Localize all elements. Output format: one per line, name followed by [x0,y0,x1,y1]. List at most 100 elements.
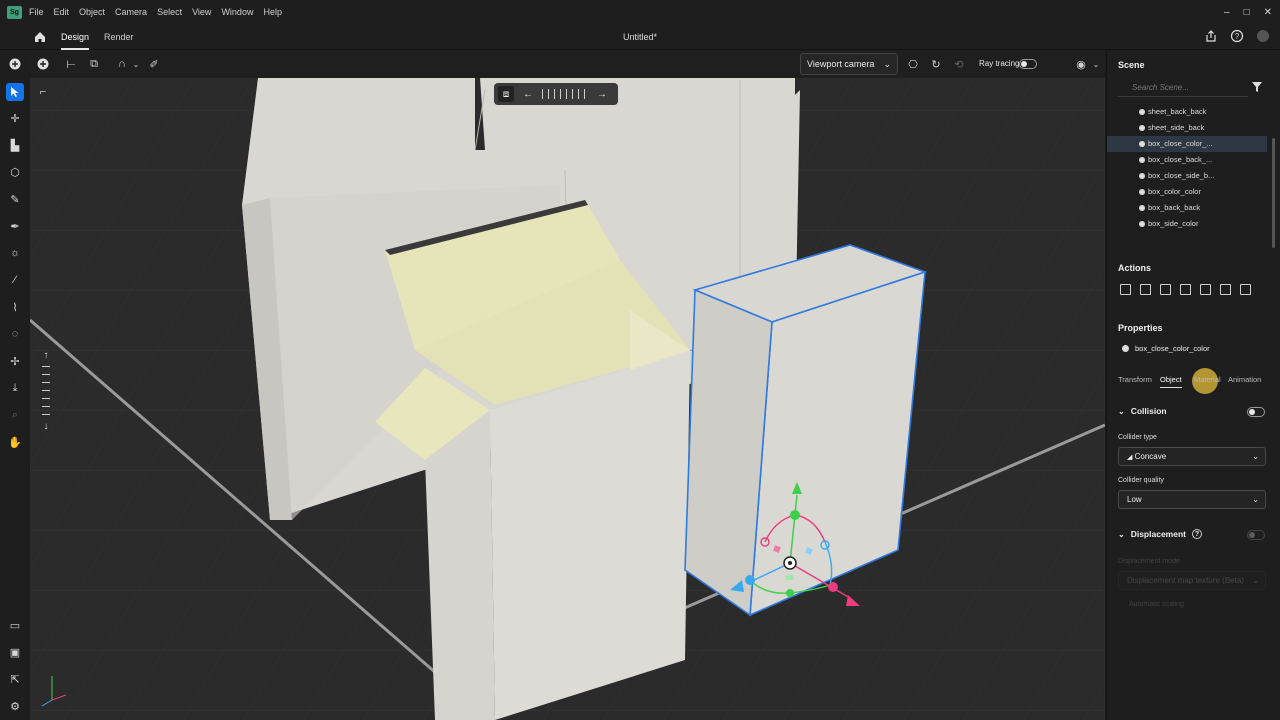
hand-icon[interactable]: ✋ [6,433,24,451]
arrow-left-icon[interactable]: ← [520,86,536,102]
menu-help[interactable]: Help [258,0,287,25]
ray-tracing-toggle[interactable] [1019,59,1037,69]
export-tool-icon[interactable]: ⇱ [6,670,24,688]
filter-icon[interactable] [1251,81,1263,93]
scene-item-box-side-color[interactable]: box_side_color [1107,216,1267,232]
scene-scrollbar[interactable] [1272,138,1275,248]
collision-toggle[interactable] [1247,407,1265,417]
pen-tool-icon[interactable]: ✒ [6,217,24,235]
actions-row [1120,284,1251,295]
scene-item-box-close-back[interactable]: box_close_back_... [1107,152,1267,168]
light-tool-icon[interactable]: ☼ [6,244,24,262]
camera-rotate-icon[interactable]: ↻ [928,56,944,72]
align-icon[interactable]: ⧉ [86,56,102,72]
scene-item-sheet-side-back[interactable]: sheet_side_back [1107,120,1267,136]
tab-render[interactable]: Render [104,25,134,50]
menu-select[interactable]: Select [152,0,187,25]
eye-icon[interactable]: ◉ [1073,56,1089,72]
scene-list: sheet_back_back sheet_side_back box_clos… [1107,104,1267,232]
add-object-icon[interactable] [35,56,51,72]
share-icon[interactable] [1204,29,1218,43]
add-icon[interactable] [6,55,24,73]
collider-quality-select[interactable]: Low ⌄ [1118,490,1266,509]
duplicate-icon[interactable] [1140,284,1151,295]
home-icon[interactable] [33,30,47,44]
scene-item-box-color-color[interactable]: box_color_color [1107,184,1267,200]
collider-type-select[interactable]: ◢ Concave ⌄ [1118,447,1266,466]
camera-select[interactable]: Viewport camera ⌄ [800,53,898,75]
left-toolbar: ✛ ▙ ⬡ ✎ ✒ ☼ ⁄ ⌇ ◌ ✢ ⤓ ⌕ ✋ ▭ ▣ ⇱ ⚙ [0,50,30,720]
scene-item-box-close-color[interactable]: box_close_color_... [1107,136,1267,152]
help-icon[interactable]: ? [1230,29,1244,43]
object-icon [1139,109,1145,115]
timeline-slider[interactable] [542,89,588,99]
minimize-button[interactable]: – [1224,7,1230,18]
3d-viewport[interactable]: ⌐ ⊢ ⧉ ∩ ⌄ ✐ Viewport camera ⌄ ⎔ ↻ ⟲ Ray … [30,50,1105,720]
eyedropper-icon[interactable]: ⌇ [6,298,24,316]
tab-animation[interactable]: Animation [1228,375,1261,384]
export-icon[interactable] [1180,284,1191,295]
scene-item-sheet-back-back[interactable]: sheet_back_back [1107,104,1267,120]
object-icon [1139,221,1145,227]
tab-design[interactable]: Design [61,25,90,50]
displacement-toggle[interactable] [1247,530,1265,540]
frame-icon[interactable]: ⧈ [498,86,514,102]
scene-item-box-close-side[interactable]: box_close_side_b... [1107,168,1267,184]
tab-material[interactable]: Material [1194,375,1221,384]
object-icon [1139,125,1145,131]
eraser-icon[interactable]: ✐ [146,56,162,72]
cube-tool-icon[interactable]: ⬡ [6,163,24,181]
transform-tool-icon[interactable]: ✢ [6,352,24,370]
tab-transform[interactable]: Transform [1118,375,1152,384]
chevron-down-icon: ⌄ [1252,495,1259,504]
mirror-icon[interactable] [1200,284,1211,295]
frame-selection-icon[interactable]: ⌐ [35,84,51,100]
move-tool-icon[interactable]: ✛ [6,109,24,127]
scene-title: Scene [1118,60,1145,70]
settings-tool-icon[interactable]: ⚙ [6,697,24,715]
maximize-button[interactable]: □ [1244,7,1250,18]
chevron-down-icon: ⌄ [1252,576,1259,585]
arrow-down-icon[interactable]: ↓ [44,421,49,432]
drop-tool-icon[interactable]: ▙ [6,136,24,154]
scene-render[interactable] [30,50,1105,720]
displacement-mode-select[interactable]: Displacement map texture (Beta) ⌄ [1118,571,1266,590]
zoom-icon[interactable]: ⌕ [6,406,24,424]
frame-icon[interactable] [1240,284,1251,295]
scene-search-input[interactable]: Search Scene... [1118,79,1248,97]
library-icon[interactable]: ▭ [6,616,24,634]
arrow-up-icon[interactable]: ↑ [44,350,49,361]
dolly-slider[interactable] [42,366,50,416]
object-icon [1139,157,1145,163]
paint-tool-icon[interactable]: ✎ [6,190,24,208]
menu-file[interactable]: File [24,0,49,25]
chevron-down-icon[interactable]: ⌄ [1088,56,1104,72]
drop-to-ground-icon[interactable]: ⤓ [6,379,24,397]
scene-item-box-back-back[interactable]: box_back_back [1107,200,1267,216]
select-tool-icon[interactable] [6,83,24,101]
collision-section-header[interactable]: ⌄ Collision [1118,406,1167,416]
help-icon[interactable]: ? [1191,529,1202,539]
magic-wand-icon[interactable]: ⁄ [6,271,24,289]
displacement-mode-label: Displacement mode [1118,558,1180,565]
arrow-right-icon[interactable]: → [594,86,610,102]
menu-view[interactable]: View [187,0,216,25]
menu-camera[interactable]: Camera [110,0,152,25]
chevron-down-icon[interactable]: ⌄ [128,56,144,72]
account-icon[interactable] [1256,29,1270,43]
grid-snap-icon[interactable]: ⊢ [63,56,79,72]
camera-reset-icon[interactable]: ⟲ [951,56,967,72]
lasso-tool-icon[interactable]: ◌ [6,325,24,343]
close-button[interactable]: ✕ [1264,7,1272,18]
displacement-section-header[interactable]: ⌄ Displacement ? [1118,529,1202,539]
menu-window[interactable]: Window [216,0,258,25]
tab-object[interactable]: Object [1160,375,1182,388]
object-icon [1122,345,1129,352]
menu-object[interactable]: Object [74,0,110,25]
camera-settings-icon[interactable]: ⎔ [905,56,921,72]
assets-icon[interactable]: ▣ [6,643,24,661]
swap-icon[interactable] [1220,284,1231,295]
group-icon[interactable] [1160,284,1171,295]
delete-icon[interactable] [1120,284,1131,295]
menu-edit[interactable]: Edit [49,0,75,25]
